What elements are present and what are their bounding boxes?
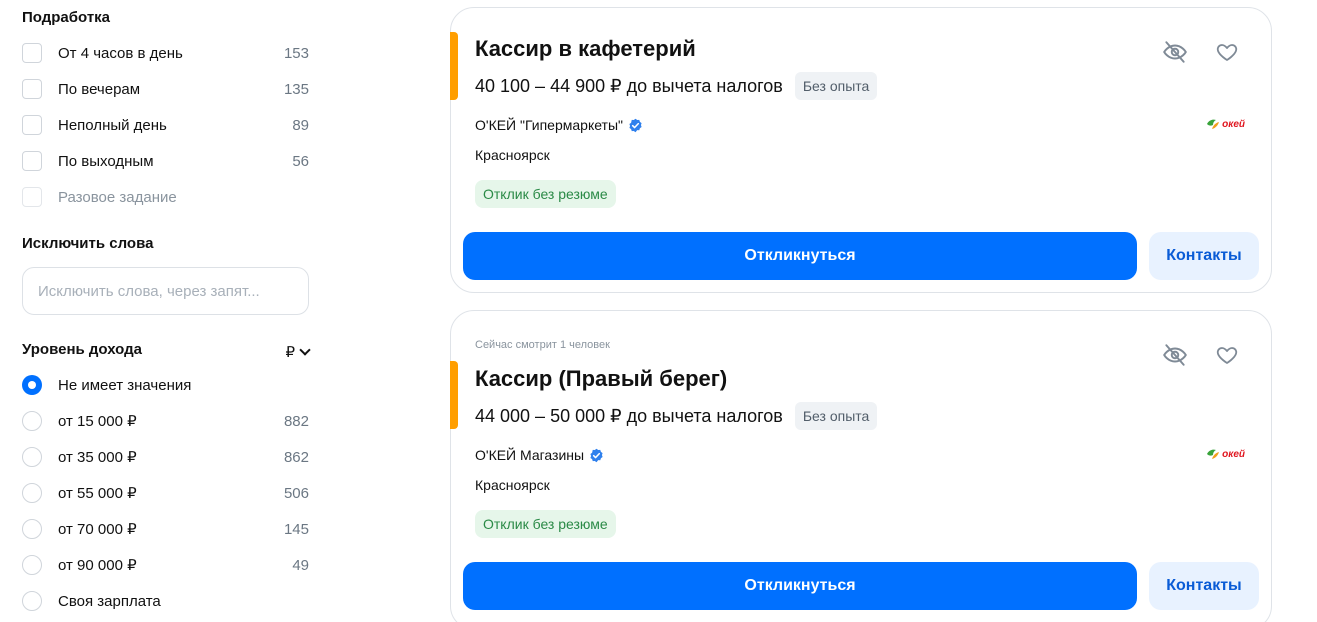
vacancy-card[interactable]: Кассир в кафетерий 40 100 – 44 900 ₽ до …: [450, 7, 1272, 293]
experience-badge: Без опыта: [794, 72, 878, 100]
salary-row: 44 000 – 50 000 ₽ до вычета налогов Без …: [475, 402, 878, 430]
currency-select[interactable]: ₽: [285, 343, 311, 361]
company-link[interactable]: О'КЕЙ Магазины: [475, 447, 604, 463]
radio-checked[interactable]: [22, 375, 42, 395]
option-count: 862: [283, 448, 309, 466]
no-resume-badge: Отклик без резюме: [475, 510, 616, 538]
salary: 44 000 – 50 000 ₽ до вычета налогов: [475, 405, 783, 426]
filter-option-one-time: Разовое задание: [22, 185, 309, 209]
exclude-words-title: Исключить слова: [22, 235, 154, 252]
income-option-35000[interactable]: от 35 000 ₽ 862: [22, 445, 309, 469]
exclude-words-input[interactable]: [22, 267, 309, 315]
income-option-15000[interactable]: от 15 000 ₽ 882: [22, 409, 309, 433]
okey-logo-text: окей: [1222, 118, 1245, 130]
contacts-button[interactable]: Контакты: [1149, 562, 1259, 610]
income-option-90000[interactable]: от 90 000 ₽ 49: [22, 553, 309, 577]
option-label: от 90 000 ₽: [58, 557, 137, 574]
option-count: 882: [283, 412, 309, 430]
option-count: 135: [283, 80, 309, 98]
heart-icon[interactable]: [1212, 340, 1242, 370]
verified-icon: [590, 448, 603, 462]
part-time-title: Подработка: [22, 9, 111, 26]
city: Красноярск: [475, 477, 550, 493]
option-label: от 55 000 ₽: [58, 485, 137, 502]
income-option-70000[interactable]: от 70 000 ₽ 145: [22, 517, 309, 541]
option-label: от 70 000 ₽: [58, 521, 137, 538]
okey-leaf-icon: [1207, 449, 1220, 459]
option-label: По вечерам: [58, 80, 141, 98]
card-accent-bar: [450, 361, 458, 429]
okey-logo-text: окей: [1222, 448, 1245, 460]
checkbox[interactable]: [22, 151, 42, 171]
option-label: От 4 часов в день: [58, 44, 183, 62]
option-count: 49: [292, 556, 309, 574]
option-count: 153: [283, 44, 309, 62]
okey-logo: окей: [1206, 448, 1245, 460]
city: Красноярск: [475, 147, 550, 163]
currency-value: ₽: [285, 344, 295, 361]
option-label: Разовое задание: [58, 188, 177, 206]
company-name: О'КЕЙ "Гипермаркеты": [475, 117, 623, 133]
option-label: от 15 000 ₽: [58, 413, 137, 430]
radio[interactable]: [22, 591, 42, 611]
option-count: 506: [283, 484, 309, 502]
company-link[interactable]: О'КЕЙ "Гипермаркеты": [475, 117, 643, 133]
checkbox[interactable]: [22, 43, 42, 63]
checkbox[interactable]: [22, 115, 42, 135]
radio[interactable]: [22, 519, 42, 539]
salary: 40 100 – 44 900 ₽ до вычета налогов: [475, 75, 783, 96]
option-label: Своя зарплата: [58, 592, 161, 610]
radio[interactable]: [22, 411, 42, 431]
option-label: Не имеет значения: [58, 376, 192, 394]
vacancy-card[interactable]: Сейчас смотрит 1 человек Кассир (Правый …: [450, 310, 1272, 622]
radio[interactable]: [22, 555, 42, 575]
filter-option-evenings[interactable]: По вечерам 135: [22, 77, 309, 101]
salary-row: 40 100 – 44 900 ₽ до вычета налогов Без …: [475, 72, 878, 100]
income-option-55000[interactable]: от 55 000 ₽ 506: [22, 481, 309, 505]
checkbox[interactable]: [22, 79, 42, 99]
no-resume-badge: Отклик без резюме: [475, 180, 616, 208]
heart-icon[interactable]: [1212, 37, 1242, 67]
chevron-down-icon: [299, 344, 311, 356]
hide-icon[interactable]: [1160, 340, 1190, 370]
apply-button[interactable]: Откликнуться: [463, 562, 1137, 610]
hide-icon[interactable]: [1160, 37, 1190, 67]
radio[interactable]: [22, 483, 42, 503]
option-count: 56: [292, 152, 309, 170]
vacancy-title[interactable]: Кассир в кафетерий: [475, 36, 696, 62]
card-accent-bar: [450, 32, 458, 100]
option-count: 145: [283, 520, 309, 538]
contacts-button[interactable]: Контакты: [1149, 232, 1259, 280]
checkbox-disabled: [22, 187, 42, 207]
okey-leaf-icon: [1207, 119, 1220, 129]
option-count: 89: [292, 116, 309, 134]
income-option-any[interactable]: Не имеет значения: [22, 373, 309, 397]
viewing-now-label: Сейчас смотрит 1 человек: [475, 339, 610, 351]
apply-button[interactable]: Откликнуться: [463, 232, 1137, 280]
filter-option-4-hours[interactable]: От 4 часов в день 153: [22, 41, 309, 65]
option-label: от 35 000 ₽: [58, 449, 137, 466]
experience-badge: Без опыта: [794, 402, 878, 430]
radio[interactable]: [22, 447, 42, 467]
vacancy-title[interactable]: Кассир (Правый берег): [475, 366, 727, 392]
option-label: По выходным: [58, 152, 154, 170]
income-option-own-salary[interactable]: Своя зарплата: [22, 589, 309, 613]
company-name: О'КЕЙ Магазины: [475, 447, 585, 463]
filter-option-part-day[interactable]: Неполный день 89: [22, 113, 309, 137]
okey-logo: окей: [1206, 118, 1245, 130]
filter-option-weekends[interactable]: По выходным 56: [22, 149, 309, 173]
income-title: Уровень дохода: [22, 341, 143, 358]
verified-icon: [629, 118, 642, 132]
option-label: Неполный день: [58, 116, 167, 134]
